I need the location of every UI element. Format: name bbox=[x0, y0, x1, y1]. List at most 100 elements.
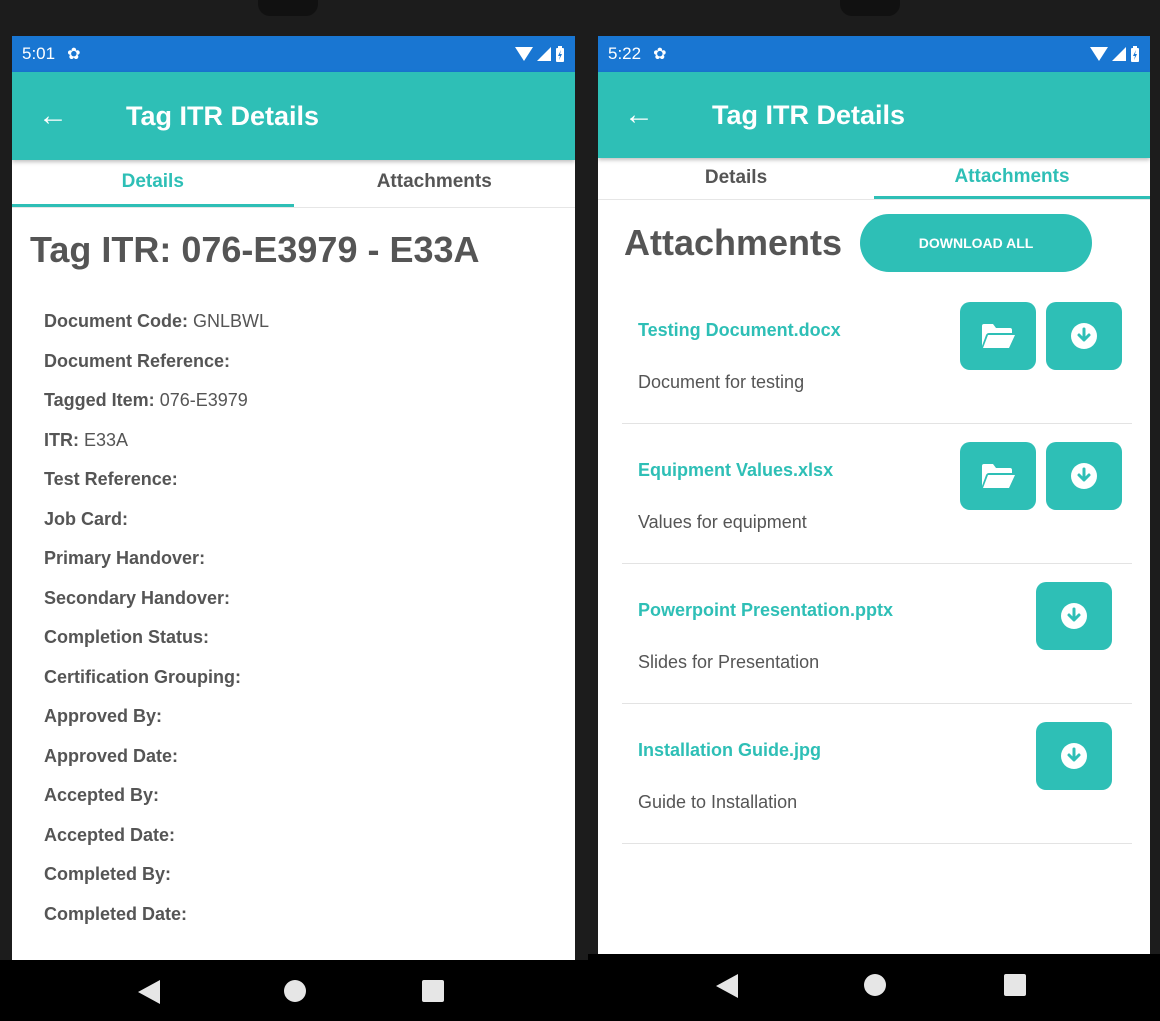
field-label: ITR: bbox=[44, 429, 79, 450]
field-primary-handover: Primary Handover: bbox=[44, 539, 575, 579]
tab-details[interactable]: Details bbox=[598, 158, 874, 199]
attachment-description: Guide to Installation bbox=[638, 792, 798, 812]
field-label: Document Reference: bbox=[44, 350, 231, 371]
wifi-icon bbox=[515, 47, 533, 61]
attachment-list: Testing Document.docx Document for testi… bbox=[598, 284, 1150, 844]
open-folder-button[interactable] bbox=[960, 442, 1036, 510]
arrow-back-icon[interactable]: ← bbox=[38, 101, 98, 131]
attachment-name[interactable]: Powerpoint Presentation.pptx bbox=[638, 600, 893, 621]
nav-home-icon[interactable] bbox=[864, 974, 886, 996]
camera-notch bbox=[258, 0, 318, 16]
field-label: Test Reference: bbox=[44, 469, 178, 489]
battery-icon bbox=[1131, 46, 1139, 62]
attachments-header: Attachments DOWNLOAD ALL bbox=[598, 200, 1150, 272]
field-itr: ITR: E33A bbox=[44, 421, 575, 461]
field-label: Completed Date: bbox=[44, 903, 188, 924]
folder-open-icon bbox=[982, 324, 1015, 348]
field-label: Tagged Item: bbox=[44, 390, 155, 410]
phone-left: 5:01 ✿ ← Tag ITR Details Details Attachm… bbox=[0, 0, 588, 1021]
field-test-reference: Test Reference: bbox=[44, 460, 575, 500]
status-icons bbox=[515, 46, 565, 62]
field-job-card: Job Card: bbox=[44, 500, 575, 540]
download-all-button[interactable]: DOWNLOAD ALL bbox=[860, 214, 1093, 272]
attachments-screen: 5:22 ✿ ← Tag ITR Details Details Attachm… bbox=[598, 36, 1150, 954]
field-label: Completion Status: bbox=[44, 627, 209, 647]
field-list: Document Code: GNLBWL Document Reference… bbox=[12, 272, 575, 934]
tab-bar: Details Attachments bbox=[598, 158, 1150, 200]
nav-back-icon[interactable] bbox=[138, 980, 160, 1004]
field-label: Accepted By: bbox=[44, 785, 160, 805]
details-screen: 5:01 ✿ ← Tag ITR Details Details Attachm… bbox=[12, 36, 575, 960]
field-label: Primary Handover: bbox=[44, 548, 206, 568]
download-button[interactable] bbox=[1046, 442, 1122, 510]
tab-attachments[interactable]: Attachments bbox=[874, 158, 1150, 199]
download-circle-icon bbox=[1071, 323, 1097, 349]
tab-bar: Details Attachments bbox=[12, 160, 575, 208]
field-completed-by: Completed By: bbox=[44, 855, 575, 895]
field-document-reference: Document Reference: bbox=[44, 342, 575, 382]
status-bar: 5:22 ✿ bbox=[598, 36, 1150, 72]
app-bar: ← Tag ITR Details bbox=[12, 72, 575, 160]
field-document-code: Document Code: GNLBWL bbox=[44, 302, 575, 342]
nav-home-icon[interactable] bbox=[284, 980, 306, 1002]
field-accepted-by: Accepted By: bbox=[44, 776, 575, 816]
field-tagged-item: Tagged Item: 076-E3979 bbox=[44, 381, 575, 421]
open-folder-button[interactable] bbox=[960, 302, 1036, 370]
attachment-name[interactable]: Testing Document.docx bbox=[638, 320, 841, 341]
app-bar: ← Tag ITR Details bbox=[598, 72, 1150, 158]
attachment-name[interactable]: Equipment Values.xlsx bbox=[638, 460, 833, 481]
page-title: Tag ITR Details bbox=[712, 99, 906, 130]
page-title: Tag ITR Details bbox=[126, 100, 320, 131]
download-circle-icon bbox=[1061, 743, 1087, 769]
tab-attachments[interactable]: Attachments bbox=[294, 160, 576, 207]
field-approved-by: Approved By: bbox=[44, 697, 575, 737]
settings-gear-icon: ✿ bbox=[653, 46, 667, 63]
field-label: Job Card: bbox=[44, 508, 129, 529]
field-label: Document Code: bbox=[44, 311, 188, 331]
field-label: Secondary Handover: bbox=[44, 587, 231, 608]
attachment-name[interactable]: Installation Guide.jpg bbox=[638, 740, 821, 761]
camera-notch bbox=[840, 0, 900, 16]
attachment-description: Document for testing bbox=[638, 372, 805, 392]
signal-icon bbox=[1112, 47, 1126, 61]
attachment-item: Powerpoint Presentation.pptx Slides for … bbox=[622, 564, 1132, 704]
status-bar: 5:01 ✿ bbox=[12, 36, 575, 72]
nav-recents-icon[interactable] bbox=[1004, 974, 1026, 996]
field-label: Certification Grouping: bbox=[44, 666, 241, 687]
download-button[interactable] bbox=[1036, 722, 1112, 790]
settings-gear-icon: ✿ bbox=[67, 46, 81, 63]
status-time: 5:01 bbox=[22, 44, 56, 63]
field-accepted-date: Accepted Date: bbox=[44, 816, 575, 856]
field-completion-status: Completion Status: bbox=[44, 618, 575, 658]
field-label: Approved By: bbox=[44, 706, 163, 726]
field-label: Accepted Date: bbox=[44, 824, 176, 845]
battery-icon bbox=[556, 46, 564, 62]
field-secondary-handover: Secondary Handover: bbox=[44, 579, 575, 619]
field-completed-date: Completed Date: bbox=[44, 895, 575, 935]
field-label: Completed By: bbox=[44, 864, 172, 884]
status-icons bbox=[1090, 46, 1140, 62]
download-circle-icon bbox=[1071, 463, 1097, 489]
field-certification-grouping: Certification Grouping: bbox=[44, 658, 575, 698]
nav-recents-icon[interactable] bbox=[422, 980, 444, 1002]
download-button[interactable] bbox=[1036, 582, 1112, 650]
attachment-item: Equipment Values.xlsx Values for equipme… bbox=[622, 424, 1132, 564]
attachment-item: Testing Document.docx Document for testi… bbox=[622, 284, 1132, 424]
system-nav-bar bbox=[588, 954, 1160, 1021]
wifi-icon bbox=[1090, 47, 1108, 61]
field-label: Approved Date: bbox=[44, 745, 179, 766]
arrow-back-icon[interactable]: ← bbox=[624, 100, 684, 130]
attachment-description: Slides for Presentation bbox=[638, 652, 820, 672]
attachment-description: Values for equipment bbox=[638, 512, 807, 532]
attachment-item: Installation Guide.jpg Guide to Installa… bbox=[622, 704, 1132, 844]
system-nav-bar bbox=[0, 960, 588, 1021]
status-time: 5:22 bbox=[608, 44, 642, 63]
tag-itr-heading: Tag ITR: 076-E3979 - E33A bbox=[30, 229, 480, 270]
nav-back-icon[interactable] bbox=[716, 974, 738, 998]
download-button[interactable] bbox=[1046, 302, 1122, 370]
field-value: GNLBWL bbox=[193, 311, 270, 331]
folder-open-icon bbox=[982, 464, 1015, 488]
phone-right: 5:22 ✿ ← Tag ITR Details Details Attachm… bbox=[588, 0, 1160, 1021]
field-value: E33A bbox=[84, 429, 129, 450]
tab-details[interactable]: Details bbox=[12, 160, 294, 207]
